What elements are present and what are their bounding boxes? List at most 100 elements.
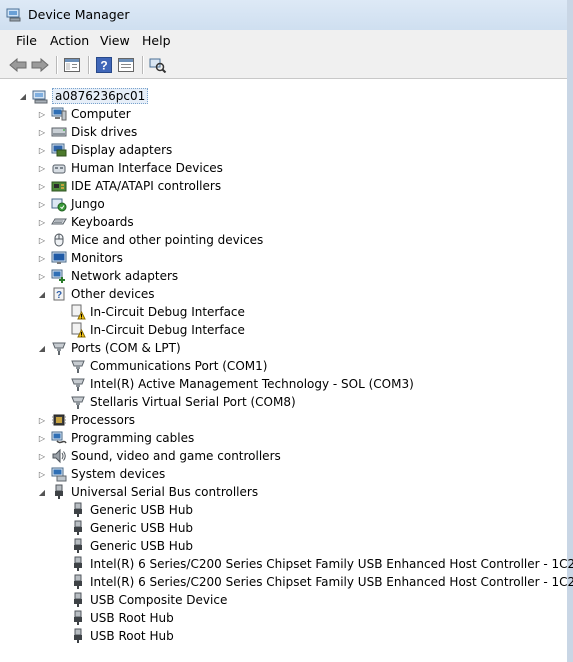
- collapse-arrow-icon[interactable]: ◢: [18, 91, 28, 101]
- tree-device-usb-root-hub[interactable]: USB Root Hub: [56, 627, 174, 645]
- tree-device-intel-r-active-management-technology-sol-com3[interactable]: Intel(R) Active Management Technology - …: [56, 375, 414, 393]
- back-icon[interactable]: [8, 56, 28, 74]
- port-icon: [70, 394, 86, 410]
- tree-category-system-devices[interactable]: ▷ System devices: [37, 465, 165, 483]
- tree-category-sound-video-and-game-controllers-label: Sound, video and game controllers: [71, 449, 281, 463]
- tree-category-universal-serial-bus-controllers[interactable]: ◢ Universal Serial Bus controllers: [37, 483, 258, 501]
- window-title: Device Manager: [28, 7, 130, 22]
- expand-arrow-icon[interactable]: ▷: [37, 127, 47, 137]
- mouse-icon: [51, 232, 67, 248]
- tree-device-intel-r-6-series-c200-series-chipset-family-usb-enhanced-host-controller-1c2d-label: Intel(R) 6 Series/C200 Series Chipset Fa…: [90, 557, 573, 571]
- expand-arrow-icon[interactable]: ▷: [37, 181, 47, 191]
- tree-category-monitors[interactable]: ▷ Monitors: [37, 249, 123, 267]
- collapse-arrow-icon[interactable]: ◢: [37, 289, 47, 299]
- tree-category-system-devices-label: System devices: [71, 467, 166, 481]
- tree-device-intel-r-6-series-c200-series-chipset-family-usb-enhanced-host-controller-1c26[interactable]: Intel(R) 6 Series/C200 Series Chipset Fa…: [56, 573, 573, 591]
- tree-device-generic-usb-hub[interactable]: Generic USB Hub: [56, 537, 193, 555]
- svg-text:?: ?: [100, 59, 107, 73]
- device-manager-icon: [6, 8, 21, 22]
- tree-device-in-circuit-debug-interface[interactable]: In-Circuit Debug Interface: [56, 321, 245, 339]
- expand-arrow-icon[interactable]: ▷: [37, 145, 47, 155]
- tree-device-usb-root-hub[interactable]: USB Root Hub: [56, 609, 174, 627]
- scan-hardware-icon[interactable]: [148, 56, 168, 74]
- tree-device-generic-usb-hub[interactable]: Generic USB Hub: [56, 519, 193, 537]
- properties-icon[interactable]: [116, 56, 136, 74]
- tree-device-generic-usb-hub-label: Generic USB Hub: [90, 503, 194, 517]
- menu-action[interactable]: Action: [48, 33, 91, 48]
- expand-arrow-icon[interactable]: ▷: [37, 253, 47, 263]
- tree-device-stellaris-virtual-serial-port-com8-label: Stellaris Virtual Serial Port (COM8): [90, 395, 296, 409]
- expand-arrow-icon[interactable]: ▷: [37, 433, 47, 443]
- tree-category-jungo[interactable]: ▷ Jungo: [37, 195, 105, 213]
- title-bar[interactable]: Device Manager: [0, 0, 567, 30]
- other-devices-icon: ?: [51, 286, 67, 302]
- device-tree[interactable]: ◢ a0876236pc01 ▷ Computer ▷ Disk drives ▷ Displ…: [0, 79, 573, 662]
- tree-category-ide-ata-atapi-controllers[interactable]: ▷ IDE ATA/ATAPI controllers: [37, 177, 221, 195]
- tree-category-mice-and-other-pointing-devices[interactable]: ▷ Mice and other pointing devices: [37, 231, 263, 249]
- port-icon: [70, 358, 86, 374]
- tree-category-network-adapters-label: Network adapters: [71, 269, 179, 283]
- tree-category-network-adapters[interactable]: ▷ Network adapters: [37, 267, 178, 285]
- usb-icon: [70, 538, 86, 554]
- tree-device-usb-composite-device-label: USB Composite Device: [90, 593, 228, 607]
- tree-device-usb-root-hub-label: USB Root Hub: [90, 629, 174, 643]
- tree-device-communications-port-com1-label: Communications Port (COM1): [90, 359, 268, 373]
- tree-category-human-interface-devices[interactable]: ▷ Human Interface Devices: [37, 159, 223, 177]
- collapse-arrow-icon[interactable]: ◢: [37, 487, 47, 497]
- tree-category-programming-cables[interactable]: ▷ Programming cables: [37, 429, 194, 447]
- tree-root-computer[interactable]: ◢ a0876236pc01: [18, 87, 149, 105]
- expand-arrow-icon[interactable]: ▷: [37, 235, 47, 245]
- expand-arrow-icon[interactable]: ▷: [37, 199, 47, 209]
- port-icon: [70, 376, 86, 392]
- warning-device-icon: [70, 322, 86, 338]
- usb-icon: [70, 592, 86, 608]
- tree-device-usb-composite-device[interactable]: USB Composite Device: [56, 591, 227, 609]
- tree-category-computer-label: Computer: [71, 107, 131, 121]
- tree-device-stellaris-virtual-serial-port-com8[interactable]: Stellaris Virtual Serial Port (COM8): [56, 393, 296, 411]
- menu-view[interactable]: View: [98, 33, 132, 48]
- tree-device-usb-root-hub-label: USB Root Hub: [90, 611, 174, 625]
- expand-arrow-icon[interactable]: ▷: [37, 109, 47, 119]
- ide-controller-icon: [51, 178, 67, 194]
- tree-category-processors-label: Processors: [71, 413, 136, 427]
- help-icon[interactable]: ?: [94, 56, 114, 74]
- expand-arrow-icon[interactable]: ▷: [37, 217, 47, 227]
- tree-category-computer[interactable]: ▷ Computer: [37, 105, 131, 123]
- computer-icon: [51, 106, 67, 122]
- collapse-arrow-icon[interactable]: ◢: [37, 343, 47, 353]
- tree-category-disk-drives[interactable]: ▷ Disk drives: [37, 123, 137, 141]
- usb-icon: [70, 628, 86, 644]
- tree-category-ports-com-lpt[interactable]: ◢ Ports (COM & LPT): [37, 339, 181, 357]
- tree-device-communications-port-com1[interactable]: Communications Port (COM1): [56, 357, 267, 375]
- processor-icon: [51, 412, 67, 428]
- tree-category-display-adapters-label: Display adapters: [71, 143, 173, 157]
- tree-device-generic-usb-hub-label: Generic USB Hub: [90, 539, 194, 553]
- tree-category-sound-video-and-game-controllers[interactable]: ▷ Sound, video and game controllers: [37, 447, 281, 465]
- expand-arrow-icon[interactable]: ▷: [37, 415, 47, 425]
- sound-icon: [51, 448, 67, 464]
- menu-help[interactable]: Help: [140, 33, 173, 48]
- tree-category-other-devices[interactable]: ◢? Other devices: [37, 285, 155, 303]
- menu-file[interactable]: File: [14, 33, 39, 48]
- expand-arrow-icon[interactable]: ▷: [37, 271, 47, 281]
- forward-icon[interactable]: [30, 56, 50, 74]
- tree-category-processors[interactable]: ▷ Processors: [37, 411, 135, 429]
- expand-arrow-icon[interactable]: ▷: [37, 163, 47, 173]
- tree-device-intel-r-6-series-c200-series-chipset-family-usb-enhanced-host-controller-1c2d[interactable]: Intel(R) 6 Series/C200 Series Chipset Fa…: [56, 555, 573, 573]
- jungo-icon: [51, 196, 67, 212]
- expand-arrow-icon[interactable]: ▷: [37, 469, 47, 479]
- tree-device-intel-r-active-management-technology-sol-com3-label: Intel(R) Active Management Technology - …: [90, 377, 414, 391]
- expand-arrow-icon[interactable]: ▷: [37, 451, 47, 461]
- tree-category-display-adapters[interactable]: ▷ Display adapters: [37, 141, 172, 159]
- tree-device-generic-usb-hub[interactable]: Generic USB Hub: [56, 501, 193, 519]
- usb-icon: [70, 502, 86, 518]
- show-hide-console-tree-icon[interactable]: [62, 56, 82, 74]
- menu-bar: File Action View Help: [0, 30, 567, 53]
- tree-device-intel-r-6-series-c200-series-chipset-family-usb-enhanced-host-controller-1c26-label: Intel(R) 6 Series/C200 Series Chipset Fa…: [90, 575, 573, 589]
- tree-category-monitors-label: Monitors: [71, 251, 123, 265]
- tree-category-keyboards[interactable]: ▷ Keyboards: [37, 213, 134, 231]
- tree-device-in-circuit-debug-interface[interactable]: In-Circuit Debug Interface: [56, 303, 245, 321]
- monitor-icon: [51, 250, 67, 266]
- usb-icon: [70, 574, 86, 590]
- system-devices-icon: [51, 466, 67, 482]
